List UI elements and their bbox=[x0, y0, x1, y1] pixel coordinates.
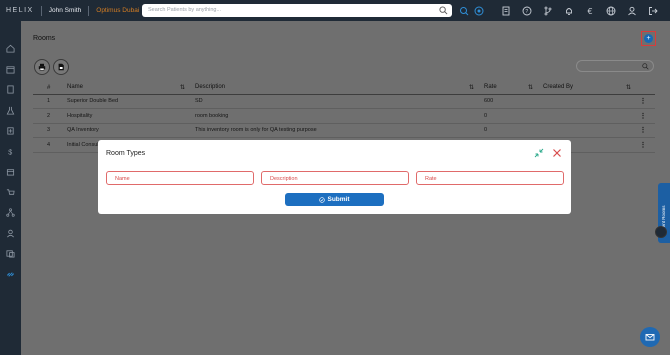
home-icon[interactable] bbox=[4, 42, 17, 55]
submit-label: Submit bbox=[327, 196, 350, 203]
name-field[interactable]: Name bbox=[106, 171, 254, 185]
print-button[interactable] bbox=[34, 59, 50, 75]
mail-icon bbox=[645, 334, 655, 341]
print-icon bbox=[38, 63, 46, 71]
divider bbox=[40, 5, 42, 16]
document-icon[interactable] bbox=[4, 83, 17, 96]
row-name: Hospitality bbox=[51, 108, 185, 124]
branch-icon[interactable] bbox=[540, 3, 555, 18]
network-icon[interactable] bbox=[4, 206, 17, 219]
plus-icon: + bbox=[644, 34, 653, 43]
table-row[interactable]: 1 Superior Double Bed SD 600 ⋮ bbox=[33, 94, 655, 109]
row-number: 4 bbox=[33, 137, 51, 153]
col-header-name[interactable]: Name ⇅ bbox=[51, 82, 185, 95]
pharmacy-icon[interactable] bbox=[4, 124, 17, 137]
name-placeholder: Name bbox=[115, 175, 130, 182]
bell-icon[interactable] bbox=[561, 3, 576, 18]
export-file-icon bbox=[58, 63, 64, 71]
lab-flask-icon[interactable] bbox=[4, 104, 17, 117]
row-name: Superior Double Bed bbox=[51, 94, 185, 109]
search-icon bbox=[642, 63, 649, 70]
submit-button[interactable]: Submit bbox=[285, 193, 384, 206]
row-created-by bbox=[533, 108, 631, 124]
scan-search-icon[interactable] bbox=[456, 3, 471, 18]
row-actions-kebab-icon[interactable]: ⋮ bbox=[631, 123, 655, 138]
row-description: SD bbox=[185, 94, 474, 109]
row-actions-kebab-icon[interactable]: ⋮ bbox=[631, 137, 655, 153]
export-button[interactable] bbox=[53, 59, 69, 75]
reports-icon[interactable] bbox=[4, 247, 17, 260]
row-number: 1 bbox=[33, 94, 51, 109]
row-description: room booking bbox=[185, 108, 474, 124]
active-link-icon[interactable] bbox=[4, 268, 17, 281]
staff-icon[interactable] bbox=[4, 227, 17, 240]
svg-text:?: ? bbox=[525, 9, 528, 15]
table-search-input[interactable] bbox=[576, 60, 654, 72]
clinic-name[interactable]: Optimus Dubai bbox=[96, 7, 139, 14]
chat-bubble-icon[interactable] bbox=[655, 226, 667, 238]
global-search-input[interactable]: Search Patients by anything... bbox=[142, 4, 452, 17]
table-header-row: # Name ⇅ Description ⇅ Rate ⇅ Created By ⇅ bbox=[33, 82, 655, 95]
col-header-description[interactable]: Description ⇅ bbox=[185, 82, 474, 95]
help-icon[interactable]: ? bbox=[519, 3, 534, 18]
search-placeholder: Search Patients by anything... bbox=[148, 7, 222, 13]
row-number: 2 bbox=[33, 108, 51, 124]
search-icon[interactable] bbox=[439, 6, 448, 15]
check-circle-icon bbox=[319, 196, 326, 203]
sidebar-nav: $ bbox=[0, 21, 21, 355]
col-header-created-by[interactable]: Created By ⇅ bbox=[533, 82, 631, 95]
rate-placeholder: Rate bbox=[425, 175, 437, 182]
cart-icon[interactable] bbox=[4, 186, 17, 199]
row-actions-kebab-icon[interactable]: ⋮ bbox=[631, 94, 655, 109]
row-created-by bbox=[533, 123, 631, 138]
row-name: QA Inventory bbox=[51, 123, 185, 138]
row-description: This inventory room is only for QA testi… bbox=[185, 123, 474, 138]
modal-title: Room Types bbox=[106, 150, 146, 157]
close-icon[interactable] bbox=[552, 148, 562, 158]
svg-text:$: $ bbox=[8, 148, 12, 156]
col-header-rate[interactable]: Rate ⇅ bbox=[474, 82, 533, 95]
calendar-icon[interactable] bbox=[4, 63, 17, 76]
row-number: 3 bbox=[33, 123, 51, 138]
brand-logo[interactable]: HELIX bbox=[6, 7, 34, 14]
logout-icon[interactable] bbox=[645, 3, 660, 18]
row-rate: 0 bbox=[474, 108, 533, 124]
description-field[interactable]: Description bbox=[261, 171, 409, 185]
row-rate: 600 bbox=[474, 94, 533, 109]
globe-icon[interactable] bbox=[603, 3, 618, 18]
brain-icon[interactable] bbox=[471, 3, 486, 18]
user-icon[interactable] bbox=[624, 3, 639, 18]
minimize-icon[interactable] bbox=[534, 148, 544, 158]
page-title: Rooms bbox=[33, 35, 56, 42]
sort-icon[interactable]: ⇅ bbox=[180, 84, 185, 91]
message-button[interactable] bbox=[640, 327, 660, 347]
row-actions-kebab-icon[interactable]: ⋮ bbox=[631, 108, 655, 124]
sort-icon[interactable]: ⇅ bbox=[528, 84, 533, 91]
inventory-box-icon[interactable] bbox=[4, 165, 17, 178]
room-types-modal: Room Types Name Description Rate Submit bbox=[98, 140, 571, 214]
billing-dollar-icon[interactable]: $ bbox=[4, 145, 17, 158]
table-row[interactable]: 3 QA Inventory This inventory room is on… bbox=[33, 123, 655, 138]
user-name[interactable]: John Smith bbox=[49, 7, 82, 14]
table-row[interactable]: 2 Hospitality room booking 0 ⋮ bbox=[33, 108, 655, 124]
description-placeholder: Description bbox=[270, 175, 298, 182]
divider bbox=[88, 5, 90, 16]
euro-icon[interactable]: € bbox=[582, 3, 597, 18]
svg-text:€: € bbox=[587, 7, 592, 16]
sort-icon[interactable]: ⇅ bbox=[626, 84, 631, 91]
col-header-actions bbox=[631, 82, 655, 95]
row-rate: 0 bbox=[474, 123, 533, 138]
notes-icon[interactable] bbox=[498, 3, 513, 18]
rate-field[interactable]: Rate bbox=[416, 171, 564, 185]
sort-icon[interactable]: ⇅ bbox=[469, 84, 474, 91]
row-created-by bbox=[533, 94, 631, 109]
add-room-button[interactable]: + bbox=[641, 31, 656, 46]
col-header-number: # bbox=[33, 82, 51, 95]
